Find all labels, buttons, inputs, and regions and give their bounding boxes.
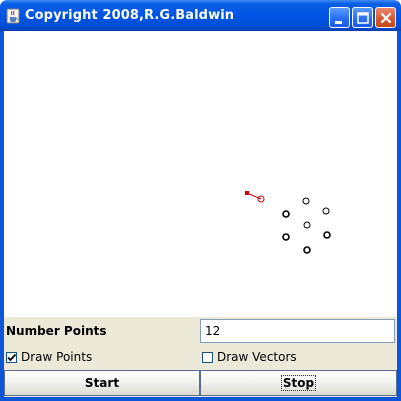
app-window: Copyright 2008,R.G.Baldwin Number Points… <box>0 0 401 401</box>
number-points-input[interactable] <box>200 319 395 343</box>
point-marker <box>303 221 311 229</box>
checkbox-box[interactable] <box>202 351 213 363</box>
point-marker <box>323 231 331 239</box>
draw-points-checkbox[interactable]: Draw Points <box>6 349 92 365</box>
drawing-canvas[interactable] <box>4 31 397 317</box>
check-mark-icon <box>7 353 17 361</box>
point-marker <box>282 233 290 241</box>
stop-button-label: Stop <box>280 375 317 391</box>
window-title: Copyright 2008,R.G.Baldwin <box>25 8 235 23</box>
point-marker <box>303 246 311 254</box>
highlighted-point-vector <box>245 191 265 203</box>
minimize-icon <box>335 21 342 24</box>
java-cup-icon[interactable] <box>6 8 20 24</box>
number-points-label: Number Points <box>6 324 107 338</box>
maximize-button[interactable] <box>352 7 373 28</box>
close-button[interactable] <box>375 7 396 28</box>
start-button[interactable]: Start <box>4 370 200 396</box>
point-marker <box>322 207 330 215</box>
window-frame-bottom <box>0 397 401 401</box>
minimize-button[interactable] <box>329 7 350 28</box>
draw-vectors-label: Draw Vectors <box>217 350 297 364</box>
point-marker <box>302 197 310 205</box>
control-panel: Number Points Draw Points Draw Vectors S… <box>4 317 397 397</box>
stop-button[interactable]: Stop <box>200 370 397 396</box>
window-frame-right <box>397 31 401 401</box>
maximize-icon <box>357 12 369 24</box>
draw-vectors-checkbox[interactable]: Draw Vectors <box>202 349 297 365</box>
title-bar[interactable]: Copyright 2008,R.G.Baldwin <box>0 0 401 31</box>
start-button-label: Start <box>84 376 120 390</box>
draw-points-label: Draw Points <box>21 350 93 364</box>
close-icon <box>380 12 392 24</box>
checkbox-box[interactable] <box>6 351 17 363</box>
point-marker <box>282 210 290 218</box>
